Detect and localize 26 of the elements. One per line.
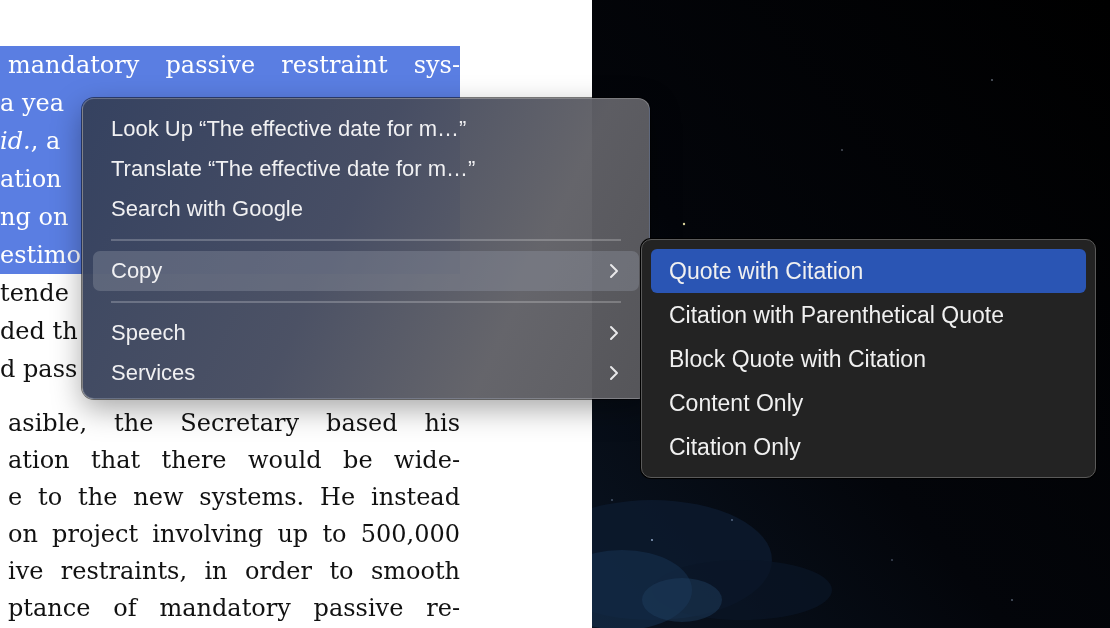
menu-item[interactable]: Look Up “The effective date for m…” xyxy=(93,109,639,149)
menu-item[interactable]: Services xyxy=(93,353,639,393)
document-text: d pass xyxy=(0,354,78,385)
menu-item[interactable]: Block Quote with Citation xyxy=(651,337,1086,381)
document-text: ive restraints, in order to smooth xyxy=(8,555,460,587)
document-text: asible, the Secretary based his xyxy=(8,407,460,439)
document-text: mandatory passive restraint sys- xyxy=(8,50,460,81)
document-text: ation xyxy=(0,164,62,195)
menu-item[interactable]: Citation Only xyxy=(651,425,1086,469)
document-text: ptance of mandatory passive re- xyxy=(8,592,460,624)
document-text: ded th xyxy=(0,316,78,347)
document-text: on project involving up to 500,000 xyxy=(8,518,460,550)
menu-item[interactable]: Translate “The effective date for m…” xyxy=(93,149,639,189)
menu-item[interactable]: Citation with Parenthetical Quote xyxy=(651,293,1086,337)
menu-item[interactable]: Search with Google xyxy=(93,189,639,229)
document-text: ng on xyxy=(0,202,69,233)
menu-item[interactable]: Speech xyxy=(93,313,639,353)
menu-item[interactable]: Quote with Citation xyxy=(651,249,1086,293)
menu-item[interactable]: Content Only xyxy=(651,381,1086,425)
document-text: ation that there would be wide- xyxy=(8,444,460,476)
document-text: a yea xyxy=(0,88,64,119)
document-text: tende xyxy=(0,278,69,309)
document-text: id., a xyxy=(0,126,61,157)
menu-item[interactable]: Copy xyxy=(93,251,639,291)
document-text: e to the new systems. He instead xyxy=(8,481,460,513)
document-text: estimo xyxy=(0,240,82,271)
